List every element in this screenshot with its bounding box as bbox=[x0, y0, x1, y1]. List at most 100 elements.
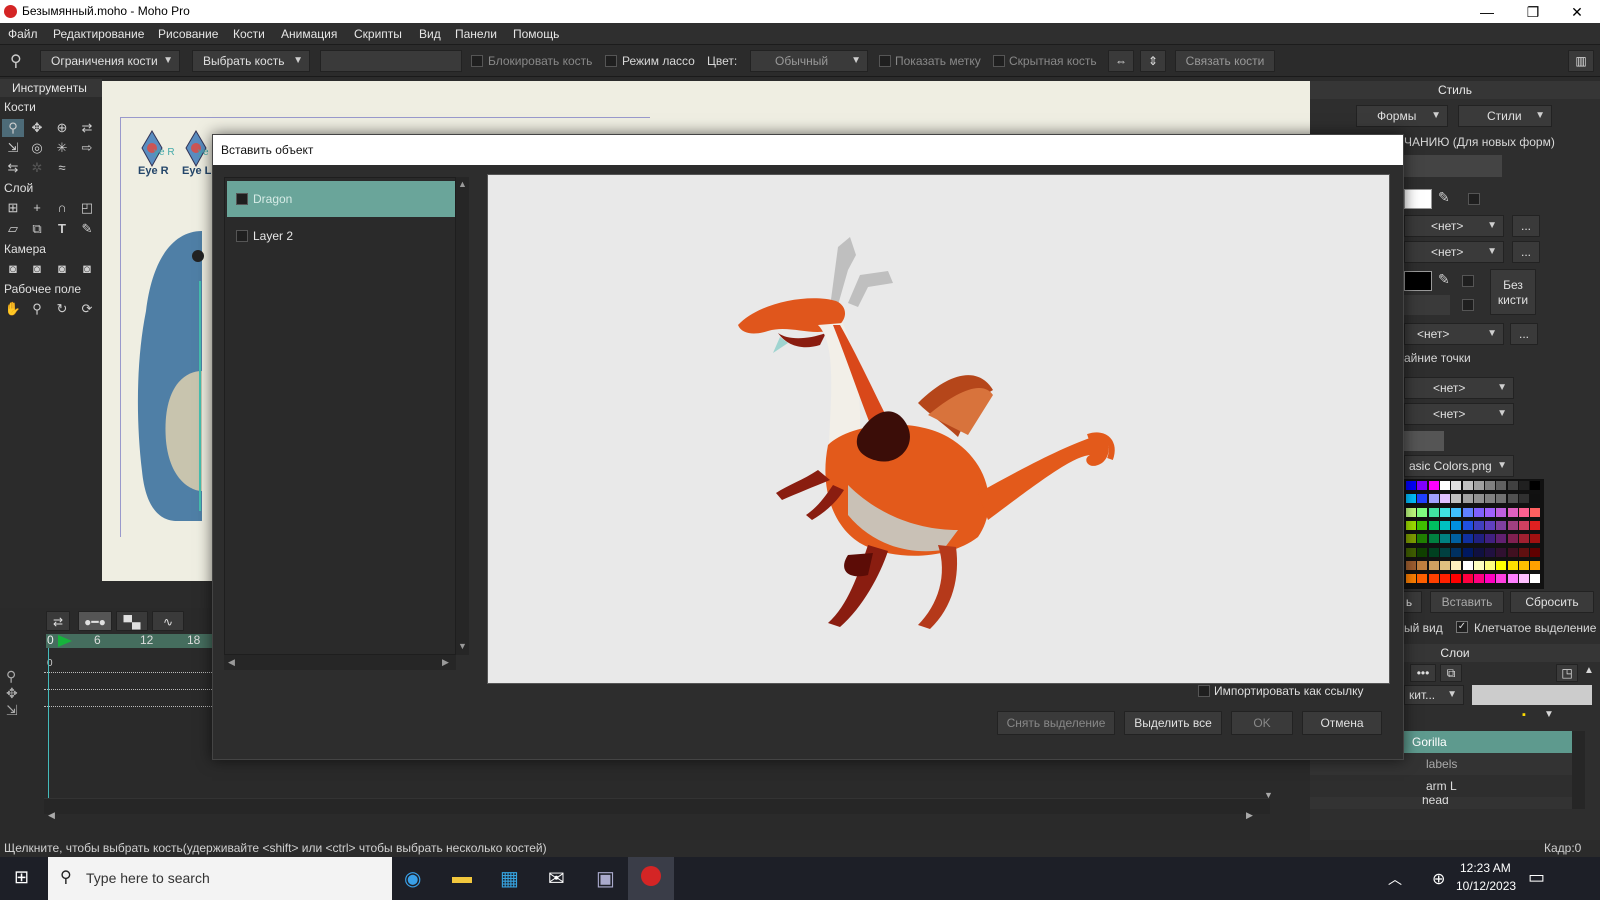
palette-swatch[interactable] bbox=[1485, 520, 1496, 530]
clock-date[interactable]: 10/12/2023 bbox=[1456, 879, 1516, 893]
reparent-bone-tool[interactable]: ⇄ bbox=[76, 119, 98, 137]
palette-swatch[interactable] bbox=[1417, 560, 1428, 570]
bind-layer-tool[interactable]: ⇆ bbox=[2, 159, 24, 177]
menu-bones[interactable]: Кости bbox=[233, 27, 265, 41]
menu-edit[interactable]: Редактирование bbox=[53, 27, 144, 41]
select-bone-tool[interactable]: ⚲ bbox=[2, 119, 24, 137]
palette-swatch[interactable] bbox=[1473, 547, 1484, 557]
palette-swatch[interactable] bbox=[1530, 560, 1541, 570]
palette-swatch[interactable] bbox=[1507, 574, 1518, 584]
mail-icon[interactable]: ✉ bbox=[548, 866, 565, 891]
palette-swatch[interactable] bbox=[1530, 507, 1541, 517]
palette-swatch[interactable] bbox=[1473, 560, 1484, 570]
palette-swatch[interactable] bbox=[1462, 520, 1473, 530]
palette-swatch[interactable] bbox=[1496, 481, 1507, 490]
palette-swatch[interactable] bbox=[1473, 507, 1484, 517]
line-eyedropper-icon[interactable]: ✎ bbox=[1438, 271, 1450, 288]
palette-swatch[interactable] bbox=[1496, 547, 1507, 557]
layer-color-icon[interactable]: ▪ bbox=[1522, 709, 1526, 721]
motion-graph-icon[interactable]: ∿ bbox=[152, 611, 184, 631]
reset-style-button[interactable]: Сбросить bbox=[1510, 591, 1594, 613]
layers-scrollbar[interactable] bbox=[1572, 731, 1585, 809]
transform-layer-tool[interactable]: ⊞ bbox=[2, 199, 24, 217]
palette-swatch[interactable] bbox=[1519, 481, 1529, 490]
palette-swatch[interactable] bbox=[1507, 481, 1518, 490]
app-icon[interactable]: ▣ bbox=[596, 866, 615, 891]
palette-swatch[interactable] bbox=[1417, 494, 1428, 504]
line-width-input[interactable] bbox=[1404, 295, 1450, 315]
loop-icon[interactable]: ⇄ bbox=[46, 611, 70, 631]
palette-swatch[interactable] bbox=[1428, 520, 1439, 530]
end-cap-dropdown[interactable]: <нет> ▼ bbox=[1404, 403, 1514, 425]
palette-swatch[interactable] bbox=[1530, 520, 1541, 530]
layer-sort-icon[interactable]: ▼ bbox=[1544, 709, 1554, 720]
layer-row-head[interactable]: head bbox=[1310, 797, 1572, 809]
palette-swatch[interactable] bbox=[1485, 574, 1496, 584]
palette-swatch[interactable] bbox=[1519, 547, 1529, 557]
bone-constraints-dropdown[interactable]: Ограничения кости ▼ bbox=[40, 50, 180, 72]
palette-swatch[interactable] bbox=[1439, 547, 1450, 557]
palette-swatch[interactable] bbox=[1439, 494, 1450, 504]
fill-effect-dropdown[interactable]: <нет> ▼ bbox=[1404, 215, 1504, 237]
palette-swatch[interactable] bbox=[1417, 534, 1428, 544]
palette-swatch[interactable] bbox=[1451, 560, 1462, 570]
palette-swatch[interactable] bbox=[1530, 494, 1541, 504]
palette-swatch[interactable] bbox=[1462, 547, 1473, 557]
moho-taskbar-button[interactable] bbox=[628, 857, 674, 900]
windows-start-icon[interactable]: ⊞ bbox=[14, 867, 29, 888]
minimize-button[interactable]: — bbox=[1464, 1, 1510, 23]
layer-copy-tool[interactable]: ⧉ bbox=[26, 220, 48, 238]
brush-dropdown[interactable]: <нет> ▼ bbox=[1404, 323, 1504, 345]
color-palette[interactable] bbox=[1404, 479, 1544, 589]
close-button[interactable]: ✕ bbox=[1554, 1, 1600, 23]
layer-search-input[interactable] bbox=[1472, 685, 1592, 705]
palette-swatch[interactable] bbox=[1485, 507, 1496, 517]
palette-swatch[interactable] bbox=[1507, 507, 1518, 517]
channel-mode-icon[interactable]: ●━● bbox=[78, 611, 112, 631]
edge-icon[interactable]: ◉ bbox=[404, 866, 421, 891]
palette-swatch[interactable] bbox=[1519, 507, 1529, 517]
keyframe-row-2[interactable] bbox=[44, 689, 214, 697]
shapes-dropdown[interactable]: Формы ▼ bbox=[1356, 105, 1448, 127]
notifications-icon[interactable]: ▭ bbox=[1528, 867, 1545, 888]
palette-swatch[interactable] bbox=[1451, 507, 1462, 517]
palette-swatch[interactable] bbox=[1428, 574, 1439, 584]
palette-swatch[interactable] bbox=[1417, 574, 1428, 584]
bone-strength-tool[interactable]: ✳ bbox=[51, 139, 73, 157]
fill-enable-checkbox[interactable] bbox=[1468, 193, 1480, 205]
palette-swatch[interactable] bbox=[1462, 494, 1473, 504]
palette-swatch[interactable] bbox=[1519, 534, 1529, 544]
curve-tool[interactable]: ∩ bbox=[51, 199, 73, 217]
fill-eyedropper-icon[interactable]: ✎ bbox=[1438, 189, 1450, 206]
palette-swatch[interactable] bbox=[1462, 481, 1473, 490]
palette-swatch[interactable] bbox=[1473, 520, 1484, 530]
lasso-mode-checkbox[interactable] bbox=[605, 55, 617, 67]
scroll-right-icon[interactable]: ▶ bbox=[442, 657, 449, 668]
palette-swatch[interactable] bbox=[1406, 520, 1416, 530]
sequencer-icon[interactable]: ▀▄ bbox=[116, 611, 148, 631]
collapse-icon[interactable]: ▲ bbox=[1584, 665, 1594, 676]
keyframe-row-1[interactable] bbox=[44, 672, 214, 680]
timeline-scrollbar[interactable] bbox=[44, 798, 1270, 814]
menu-help[interactable]: Помощь bbox=[513, 27, 559, 41]
palette-swatch[interactable] bbox=[1530, 574, 1541, 584]
rotate-workspace-tool[interactable]: ↻ bbox=[51, 300, 73, 318]
brush-more[interactable]: ... bbox=[1510, 323, 1538, 345]
select-all-button[interactable]: Выделить все bbox=[1124, 711, 1222, 735]
palette-swatch[interactable] bbox=[1507, 547, 1518, 557]
palette-swatch[interactable] bbox=[1451, 481, 1462, 490]
menu-view[interactable]: Вид bbox=[419, 27, 441, 41]
bind-points-tool[interactable]: ✲ bbox=[26, 159, 48, 177]
dialog-layer-layer2[interactable]: Layer 2 bbox=[227, 218, 455, 254]
palette-swatch[interactable] bbox=[1406, 560, 1416, 570]
scroll-left-icon[interactable]: ◀ bbox=[48, 810, 55, 821]
palette-swatch[interactable] bbox=[1519, 574, 1529, 584]
palette-swatch[interactable] bbox=[1485, 560, 1496, 570]
palette-swatch[interactable] bbox=[1406, 507, 1416, 517]
flip-horizontal-icon[interactable]: ⇔ bbox=[1108, 50, 1134, 72]
file-explorer-icon[interactable]: ▬ bbox=[452, 866, 472, 889]
palette-swatch[interactable] bbox=[1462, 574, 1473, 584]
palette-swatch[interactable] bbox=[1462, 534, 1473, 544]
add-bone-tool[interactable]: ⊕ bbox=[51, 119, 73, 137]
dialog-layer-dragon[interactable]: Dragon bbox=[227, 181, 455, 217]
